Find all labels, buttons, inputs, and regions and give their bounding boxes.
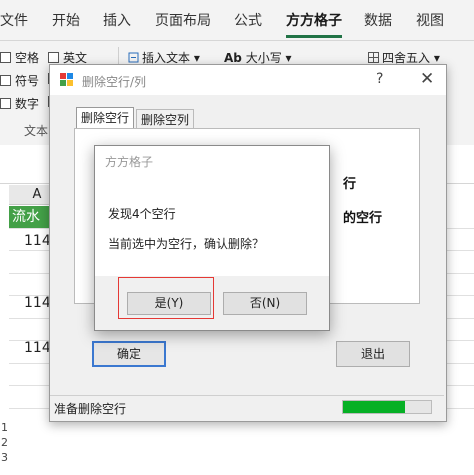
tab-home[interactable]: 开始 (52, 10, 80, 30)
tab-formulas[interactable]: 公式 (234, 10, 262, 30)
close-icon[interactable]: ✕ (420, 69, 434, 89)
tab-delete-blank-cols[interactable]: 删除空列 (136, 109, 195, 129)
option-label-rows: 行 (343, 177, 357, 192)
dialog-titlebar[interactable]: 删除空行/列 ? ✕ (50, 65, 446, 95)
tab-fangfangezi[interactable]: 方方格子 (286, 10, 342, 30)
message-found-count: 发现4个空行 (108, 207, 176, 221)
message-box-title: 方方格子 (105, 155, 154, 169)
row-number[interactable]: 3 (0, 450, 9, 465)
tab-data[interactable]: 数据 (364, 10, 392, 30)
checkbox-symbol[interactable]: 符号 (0, 72, 39, 89)
ok-button[interactable]: 确定 (92, 341, 166, 367)
option-label-blank-rows: 的空行 (343, 211, 383, 226)
active-tab-indicator (286, 35, 342, 38)
row-number-column: 1 2 3 (0, 420, 9, 465)
insert-text-icon (128, 52, 139, 63)
no-button[interactable]: 否(N) (223, 292, 307, 315)
tab-file[interactable]: 文件 (0, 10, 28, 30)
row-number[interactable]: 2 (0, 435, 9, 450)
dialog-title: 删除空行/列 (82, 75, 147, 89)
tab-view[interactable]: 视图 (416, 10, 444, 30)
table-icon (368, 52, 379, 63)
cell-a-value[interactable]: 114 (24, 233, 51, 249)
checkbox-icon (48, 52, 59, 63)
app-icon (60, 73, 73, 86)
ribbon-group-label: 文本 (24, 124, 49, 138)
case-icon: Ab (224, 51, 242, 65)
progress-bar (342, 400, 432, 414)
annotation-highlight-box (118, 277, 214, 319)
progress-fill (343, 401, 405, 413)
checkbox-icon (0, 75, 11, 86)
ribbon-tab-bar: 文件 开始 插入 页面布局 公式 方方格子 数据 视图 (0, 0, 474, 41)
status-text: 准备删除空行 (54, 402, 127, 416)
checkbox-number[interactable]: 数字 (0, 95, 39, 112)
row-number[interactable]: 1 (0, 420, 9, 435)
tab-delete-blank-rows[interactable]: 删除空行 (76, 107, 135, 129)
help-icon[interactable]: ? (376, 71, 383, 87)
tab-insert[interactable]: 插入 (103, 10, 131, 30)
message-confirm-text: 当前选中为空行，确认删除？ (108, 237, 265, 251)
checkbox-icon (0, 52, 11, 63)
status-bar: 准备删除空行 (50, 395, 444, 418)
checkbox-icon (0, 98, 11, 109)
checkbox-space[interactable]: 空格 (0, 49, 39, 66)
tab-page-layout[interactable]: 页面布局 (155, 10, 211, 30)
exit-button[interactable]: 退出 (336, 341, 410, 367)
